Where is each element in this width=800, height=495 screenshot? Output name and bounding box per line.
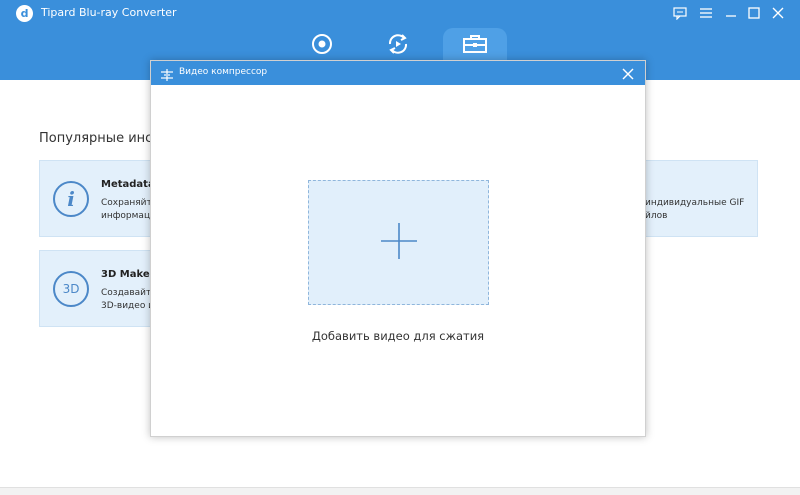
tool-desc-line: Сохраняйте xyxy=(101,198,158,208)
tool-card-metadata[interactable]: i Metadata I Сохраняйте информацию xyxy=(39,160,164,237)
maximize-icon[interactable] xyxy=(745,4,763,22)
add-video-label: Добавить видео для сжатия xyxy=(311,329,485,343)
menu-icon[interactable] xyxy=(697,4,715,22)
dialog-title: Видео компрессор xyxy=(179,67,268,77)
feedback-icon[interactable] xyxy=(671,4,689,22)
plus-icon xyxy=(379,221,419,265)
close-icon[interactable] xyxy=(769,4,787,22)
add-video-drop-zone[interactable] xyxy=(308,180,489,305)
tool-card-3d-maker[interactable]: 3D 3D Maker Создавайте 3D-видео из xyxy=(39,250,159,327)
compress-icon xyxy=(161,66,173,85)
dialog-close-icon[interactable] xyxy=(621,66,635,80)
app-title: Tipard Blu-ray Converter xyxy=(41,6,177,19)
video-compressor-dialog: Видео компрессор Добавить видео для сжат… xyxy=(150,60,646,437)
app-logo-icon: d xyxy=(16,5,33,22)
info-icon: i xyxy=(53,181,89,217)
3d-icon: 3D xyxy=(53,271,89,307)
tool-card-gif[interactable]: индивидуальные GIF йлов xyxy=(640,160,758,237)
status-bar xyxy=(0,487,800,495)
tool-desc-line: индивидуальные GIF xyxy=(645,198,745,208)
tool-desc-line: Создавайте xyxy=(101,288,157,298)
convert-icon xyxy=(386,33,410,59)
tool-name: 3D Maker xyxy=(101,269,155,280)
minimize-icon[interactable] xyxy=(722,4,740,22)
tab-ripper[interactable] xyxy=(290,28,354,64)
disc-icon xyxy=(311,33,333,59)
dialog-header: Видео компрессор xyxy=(151,61,645,85)
tab-converter[interactable] xyxy=(366,28,430,64)
tool-desc-line: йлов xyxy=(645,211,668,221)
toolbox-icon xyxy=(463,34,487,58)
